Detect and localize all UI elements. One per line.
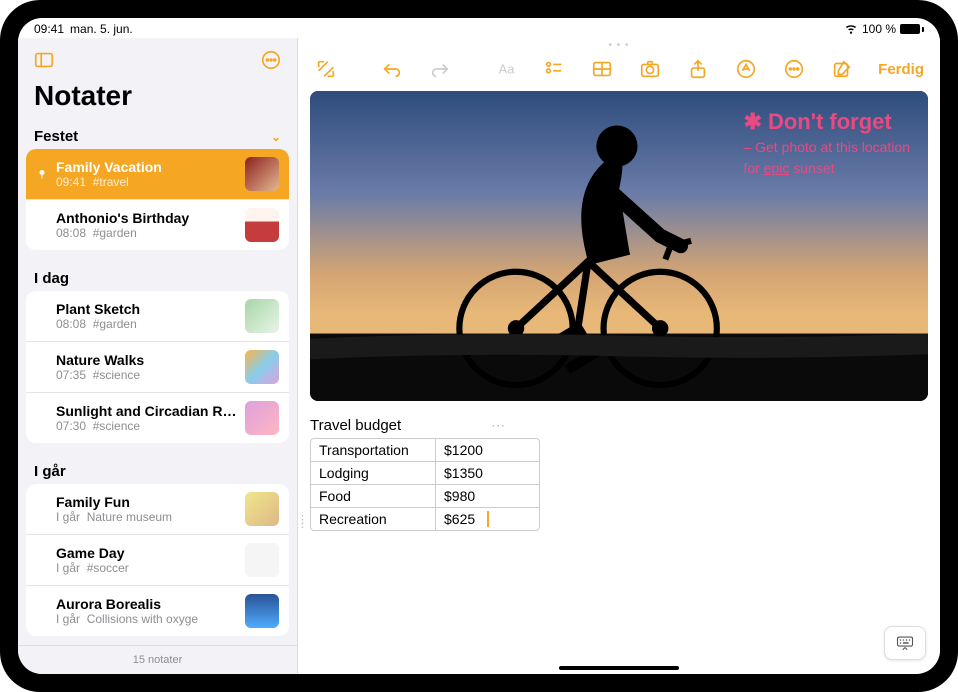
pin-icon: [36, 168, 48, 180]
table-row[interactable]: Transportation $1200: [311, 439, 539, 462]
table-cell-value-active[interactable]: $625: [436, 508, 539, 530]
budget-table[interactable]: ⋮⋮ Transportation $1200 Lodging $1350 Fo…: [310, 438, 540, 531]
home-indicator[interactable]: [559, 666, 679, 670]
note-title: Plant Sketch: [56, 301, 237, 317]
section-header-today: I dag: [26, 262, 289, 291]
note-photo[interactable]: ✱ Don't forget – Get photo at this locat…: [310, 91, 928, 401]
undo-button[interactable]: [376, 55, 408, 83]
note-meta: I går Nature museum: [56, 510, 237, 524]
handwriting-title: ✱ Don't forget: [743, 109, 910, 135]
handwriting-line: – Get photo at this location: [743, 139, 910, 156]
note-item-family-vacation[interactable]: Family Vacation 09:41 #travel: [26, 149, 289, 200]
chevron-down-icon: ⌄: [271, 130, 281, 144]
wifi-icon: [844, 21, 858, 38]
note-thumbnail: [245, 208, 279, 242]
note-meta: I går #soccer: [56, 561, 237, 575]
table-row[interactable]: Recreation $625: [311, 508, 539, 530]
note-thumbnail: [245, 543, 279, 577]
section-header-pinned[interactable]: Festet ⌄: [26, 120, 289, 149]
table-title: Travel budget: [310, 417, 401, 434]
more-button[interactable]: [778, 55, 810, 83]
more-options-button[interactable]: [257, 46, 285, 74]
status-time: 09:41: [34, 22, 64, 36]
camera-button[interactable]: [634, 55, 666, 83]
note-thumbnail: [245, 401, 279, 435]
multitask-handle[interactable]: • • •: [298, 38, 940, 51]
note-title: Family Fun: [56, 494, 237, 510]
note-meta: 08:08 #garden: [56, 226, 237, 240]
note-title: Aurora Borealis: [56, 596, 237, 612]
section-label: I går: [34, 463, 66, 480]
done-button[interactable]: Ferdig: [874, 61, 928, 78]
note-meta: 07:35 #science: [56, 368, 237, 382]
note-editor: • • • Aa: [298, 38, 940, 674]
note-meta: 09:41 #travel: [56, 175, 237, 189]
table-cell-value[interactable]: $1350: [436, 462, 539, 484]
status-date: man. 5. jun.: [70, 22, 133, 36]
sidebar: Notater Festet ⌄ Family Vacation 09:41 #…: [18, 38, 298, 674]
section-label: Festet: [34, 128, 78, 145]
section-label: I dag: [34, 270, 69, 287]
note-title: Game Day: [56, 545, 237, 561]
note-title: Family Vacation: [56, 159, 237, 175]
svg-text:Aa: Aa: [499, 62, 516, 77]
battery-icon: [900, 24, 924, 34]
handwriting-annotation: ✱ Don't forget – Get photo at this locat…: [743, 109, 910, 177]
markup-button[interactable]: [730, 55, 762, 83]
table-cell-label[interactable]: Lodging: [311, 462, 436, 484]
note-thumbnail: [245, 350, 279, 384]
format-text-button[interactable]: Aa: [490, 55, 522, 83]
note-item-anthonios-birthday[interactable]: Anthonio's Birthday 08:08 #garden: [26, 200, 289, 250]
note-meta: I går Collisions with oxyge: [56, 612, 237, 626]
note-meta: 08:08 #garden: [56, 317, 237, 331]
note-item-nature-walks[interactable]: Nature Walks 07:35 #science: [26, 342, 289, 393]
table-cell-label[interactable]: Transportation: [311, 439, 436, 461]
note-title: Anthonio's Birthday: [56, 210, 237, 226]
note-thumbnail: [245, 492, 279, 526]
note-thumbnail: [245, 594, 279, 628]
sidebar-footer-count: 15 notater: [18, 645, 297, 674]
note-item-plant-sketch[interactable]: Plant Sketch 08:08 #garden: [26, 291, 289, 342]
editor-toolbar: Aa Ferdig: [298, 51, 940, 91]
checklist-button[interactable]: [538, 55, 570, 83]
status-bar: 09:41 man. 5. jun. 100 %: [18, 18, 940, 38]
table-row[interactable]: Lodging $1350: [311, 462, 539, 485]
note-item-family-fun[interactable]: Family Fun I går Nature museum: [26, 484, 289, 535]
table-cell-value[interactable]: $980: [436, 485, 539, 507]
note-item-sunlight-circadian[interactable]: Sunlight and Circadian Rhy… 07:30 #scien…: [26, 393, 289, 443]
table-button[interactable]: [586, 55, 618, 83]
note-item-aurora-borealis[interactable]: Aurora Borealis I går Collisions with ox…: [26, 586, 289, 636]
compose-button[interactable]: [826, 55, 858, 83]
budget-table-section: Travel budget ⋯ ⋮⋮ Transportation $1200 …: [310, 415, 928, 531]
keyboard-button[interactable]: [884, 626, 926, 660]
note-meta: 07:30 #science: [56, 419, 237, 433]
sidebar-title: Notater: [18, 78, 297, 120]
table-row[interactable]: Food $980: [311, 485, 539, 508]
table-cell-label[interactable]: Food: [311, 485, 436, 507]
redo-button[interactable]: [424, 55, 456, 83]
note-item-game-day[interactable]: Game Day I går #soccer: [26, 535, 289, 586]
note-thumbnail: [245, 157, 279, 191]
handwriting-line: for epic sunset: [743, 160, 910, 177]
section-header-yesterday: I går: [26, 455, 289, 484]
battery-percent: 100 %: [862, 22, 896, 36]
table-cell-value[interactable]: $1200: [436, 439, 539, 461]
expand-button[interactable]: [310, 55, 342, 83]
table-row-handle[interactable]: ⋮⋮: [298, 518, 308, 526]
table-cell-label[interactable]: Recreation: [311, 508, 436, 530]
note-thumbnail: [245, 299, 279, 333]
note-title: Nature Walks: [56, 352, 237, 368]
sidebar-toggle-button[interactable]: [30, 46, 58, 74]
table-column-handle[interactable]: ⋯: [491, 417, 507, 434]
share-button[interactable]: [682, 55, 714, 83]
note-title: Sunlight and Circadian Rhy…: [56, 403, 237, 419]
